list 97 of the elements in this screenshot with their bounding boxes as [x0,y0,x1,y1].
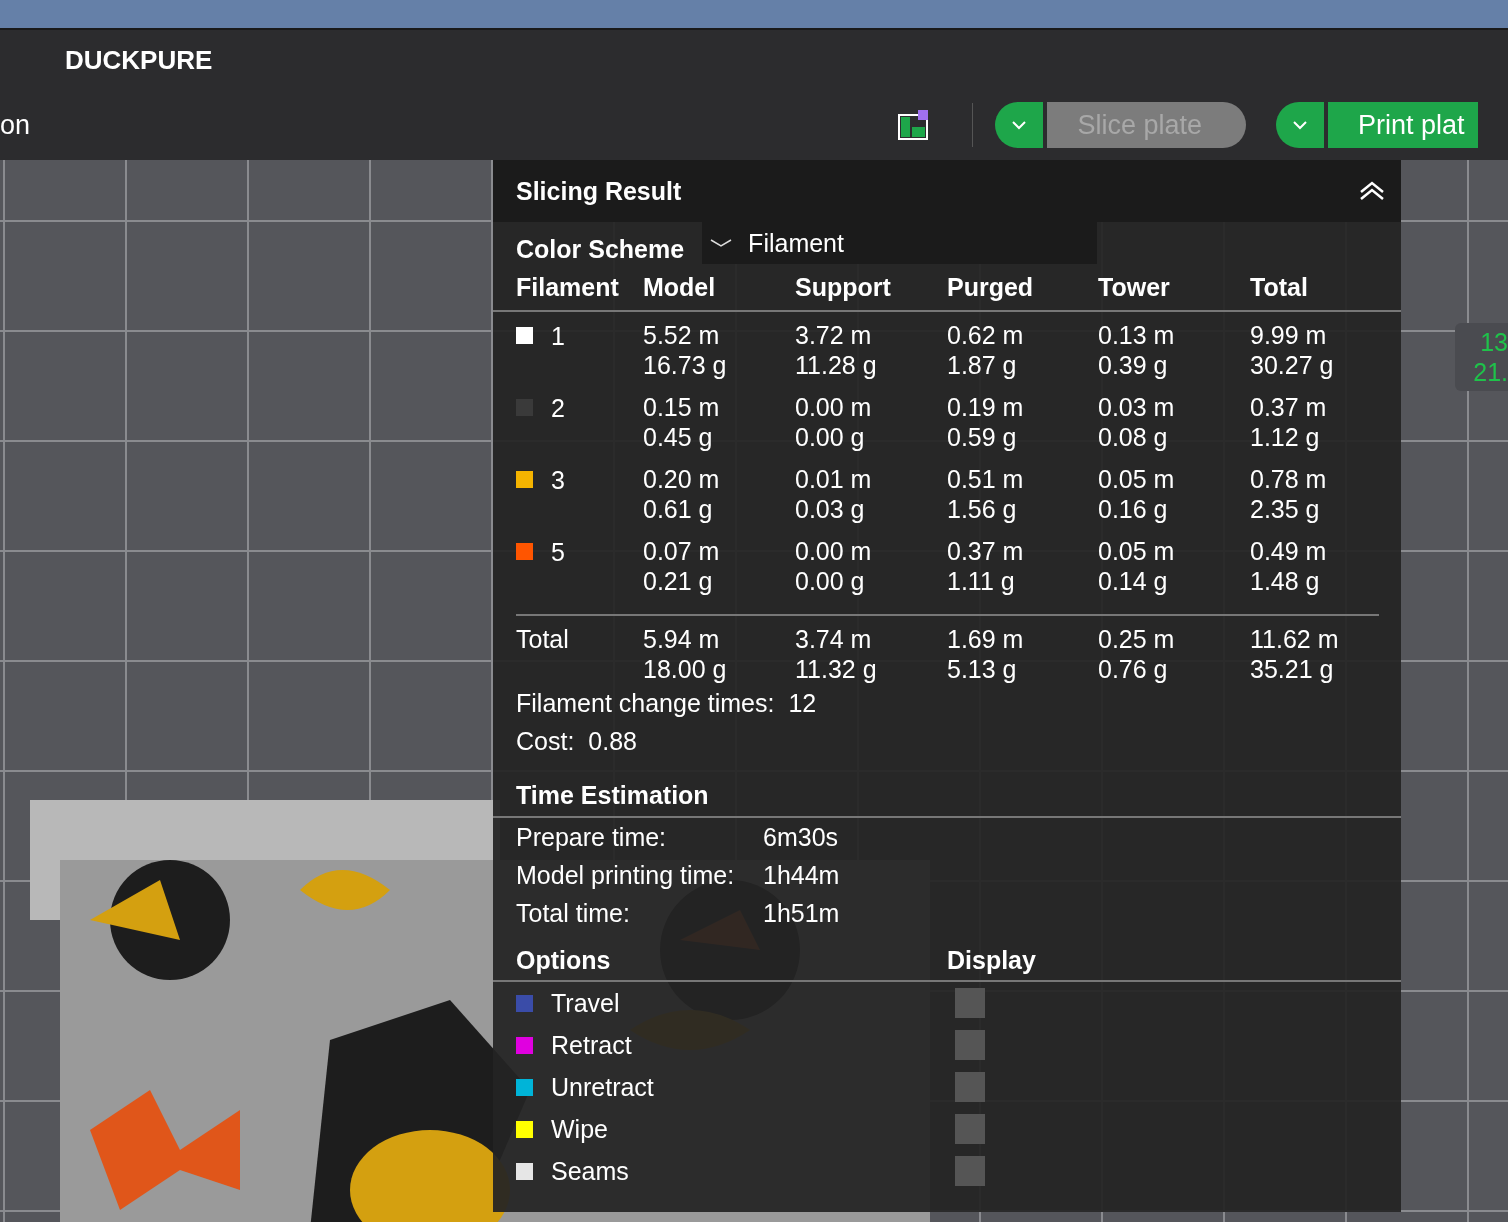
table-cell: 1.56 g [947,494,1017,524]
panel-title: Slicing Result [516,176,682,206]
display-checkbox[interactable] [955,1072,985,1102]
table-cell: 0.08 g [1098,422,1168,452]
display-checkbox[interactable] [955,1114,985,1144]
table-cell: 2 [551,393,565,423]
table-cell: 2.35 g [1250,494,1320,524]
table-cell: 1.69 m [947,624,1024,654]
app-title: DUCKPURE [65,44,213,76]
table-cell: 0.07 m [643,536,720,566]
table-cell: 0.62 m [947,320,1024,350]
table-cell: 0.76 g [1098,654,1168,684]
table-cell: 1.48 g [1250,566,1320,596]
time-label: Prepare time: [516,822,667,852]
table-cell: 0.03 g [795,494,865,524]
column-header: Purged [947,272,1035,302]
table-cell: 0.78 m [1250,464,1327,494]
table-cell: 0.00 m [795,392,872,422]
summary-label: Cost: [516,726,575,756]
table-cell: 0.00 m [795,536,872,566]
table-cell: 0.05 m [1098,464,1175,494]
option-label: Retract [551,1030,632,1060]
section-title: Display [947,945,1036,975]
section-title: Options [516,945,611,975]
caret-icon [1011,120,1028,130]
table-cell: 0.15 m [643,392,720,422]
table-cell: 11.62 m [1250,624,1339,654]
table-cell: 5.52 m [643,320,720,350]
summary-value: 0.88 [588,726,638,756]
table-cell: 1.11 g [947,566,1015,596]
table-cell: 0.20 m [643,464,720,494]
table-cell: 0.51 m [947,464,1024,494]
table-cell: 3.74 m [795,624,872,654]
tab-label[interactable]: on [0,109,899,141]
column-header: Total [1250,272,1309,302]
table-cell: Total [516,624,569,654]
table-cell: 0.21 g [643,566,713,596]
table-cell: 1.87 g [947,350,1017,380]
dropdown-button[interactable] [1276,102,1324,148]
color-scheme-dropdown[interactable]: Filament [702,222,1098,264]
table-cell: 0.49 m [1250,536,1327,566]
table-cell: 3.72 m [795,320,872,350]
table-cell: 0.19 m [947,392,1024,422]
table-cell: 1.12 g [1250,422,1320,452]
display-checkbox[interactable] [955,1156,985,1186]
table-cell: 0.00 g [795,422,865,452]
table-cell: 9.99 m [1250,320,1327,350]
table-cell: 18.00 g [643,654,727,684]
dropdown-button[interactable] [995,102,1044,148]
table-cell: 3 [551,465,565,495]
display-checkbox[interactable] [955,988,985,1018]
table-cell: 0.13 m [1098,320,1175,350]
table-cell: 11.28 g [795,350,877,380]
collapse-icon[interactable] [1359,181,1385,201]
table-cell: 0.01 m [795,464,872,494]
option-label: Seams [551,1156,629,1186]
table-cell: 5.94 m [643,624,720,654]
column-header: Support [795,272,892,302]
table-cell: 1 [551,321,565,351]
table-cell: 0.39 g [1098,350,1168,380]
caret-icon [1292,120,1308,130]
column-header: Model [643,272,717,302]
column-header: Tower [1098,272,1171,302]
table-cell: 11.32 g [795,654,877,684]
table-cell: 0.37 m [947,536,1024,566]
layer-label: 13 21. [1455,323,1508,391]
time-label: Total time: [516,898,630,928]
table-cell: 0.59 g [947,422,1017,452]
time-value: 1h51m [763,898,840,928]
caret-icon [710,238,733,248]
table-cell: 0.14 g [1098,566,1168,596]
layout-icon[interactable] [898,110,929,140]
table-cell: 0.37 m [1250,392,1327,422]
table-cell: 0.00 g [795,566,865,596]
column-header: Filament [516,272,620,302]
option-label: Unretract [551,1072,654,1102]
table-cell: 16.73 g [643,350,727,380]
table-cell: 30.27 g [1250,350,1334,380]
table-cell: 0.16 g [1098,494,1168,524]
table-cell: 0.03 m [1098,392,1175,422]
summary-value: 12 [788,688,817,718]
table-cell: 0.05 m [1098,536,1175,566]
option-label: Wipe [551,1114,608,1144]
display-checkbox[interactable] [955,1030,985,1060]
table-cell: 0.45 g [643,422,713,452]
field-label: Color Scheme [516,235,685,264]
table-cell: 5 [551,537,565,567]
section-title: Time Estimation [516,781,709,810]
time-label: Model printing time: [516,860,735,890]
table-cell: 35.21 g [1250,654,1334,684]
time-value: 6m30s [763,822,839,852]
table-cell: 0.25 m [1098,624,1175,654]
option-label: Travel [551,988,620,1018]
summary-label: Filament change times: [516,688,775,718]
table-cell: 0.61 g [643,494,713,524]
time-value: 1h44m [763,860,840,890]
table-cell: 5.13 g [947,654,1017,684]
